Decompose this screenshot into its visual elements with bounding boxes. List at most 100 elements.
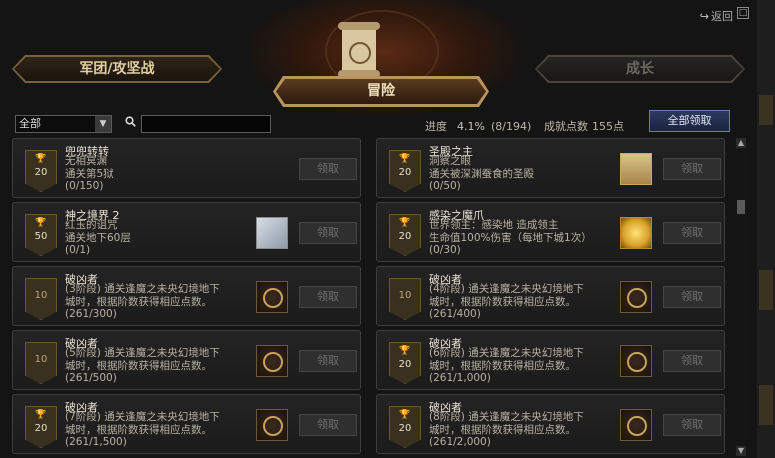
badge-points: 20 — [34, 423, 48, 434]
trophy-icon: 🏆 — [35, 218, 47, 228]
tab-growth[interactable]: 成长 — [537, 57, 743, 81]
close-icon[interactable]: □ — [737, 7, 749, 19]
scrollbar[interactable]: ▲ ▼ — [736, 136, 746, 458]
badge-points: 10 — [34, 290, 48, 301]
achievement-desc-text: (4阶段) 通关逢魔之未央幻境地下 城时，根据阶数获得相应点数。 — [429, 283, 584, 308]
claim-button[interactable]: 领取 — [299, 286, 357, 308]
reward-scroll-icon[interactable] — [256, 217, 288, 249]
back-label: 返回 — [711, 10, 733, 23]
points-badge: 10 — [25, 342, 57, 384]
trophy-icon: 🏆 — [35, 154, 47, 164]
points-badge: 🏆 20 — [25, 150, 57, 192]
achievement-desc-text: (7阶段) 通关逢魔之未央幻境地下 城时，根据阶数获得相应点数。 — [65, 411, 220, 436]
achievement-desc-text: 洞察之眼 通关被深渊蚕食的圣殿 — [429, 155, 534, 180]
achievement-progress: (0/50) — [429, 180, 461, 192]
progress-label: 进度 — [425, 120, 447, 133]
achievement-points: 成就点数 155点 — [544, 118, 624, 134]
claim-button[interactable]: 领取 — [299, 350, 357, 372]
search-icon — [125, 116, 136, 127]
points-badge: 🏆 20 — [389, 150, 421, 192]
trophy-icon: 🏆 — [399, 218, 411, 228]
achievement-card: 🏆 20 兜兜转转 无相冥渊 通关第5狱 (0/150) 领取 — [12, 138, 361, 198]
achievement-card: 10 破凶者 (4阶段) 通关逢魔之未央幻境地下 城时，根据阶数获得相应点数。 (26… — [376, 266, 725, 326]
claim-button[interactable]: 领取 — [663, 414, 721, 436]
progress-summary: 进度 4.1% (8/194) — [425, 118, 531, 134]
chevron-down-icon[interactable]: ▼ — [95, 116, 111, 132]
achievement-desc: 红玉的诅咒 通关地下60层 (0/1) — [65, 219, 265, 257]
points-badge: 🏆 20 — [389, 406, 421, 448]
claim-all-button[interactable]: 全部领取 — [649, 110, 730, 132]
achievement-list: 🏆 20 兜兜转转 无相冥渊 通关第5狱 (0/150) 领取 🏆 20 圣殿之主 洞察之眼 通关… — [12, 136, 734, 458]
points-badge: 🏆 20 — [389, 342, 421, 384]
achievement-desc: (4阶段) 通关逢魔之未央幻境地下 城时，根据阶数获得相应点数。 (261/400… — [429, 283, 629, 321]
badge-points: 50 — [34, 231, 48, 242]
claim-button[interactable]: 领取 — [663, 286, 721, 308]
achievement-desc: 无相冥渊 通关第5狱 (0/150) — [65, 155, 265, 193]
achievement-card: 10 破凶者 (3阶段) 通关逢魔之未央幻境地下 城时，根据阶数获得相应点数。 (26… — [12, 266, 361, 326]
claim-button[interactable]: 领取 — [663, 222, 721, 244]
points-badge: 10 — [389, 278, 421, 320]
reward-seal-icon[interactable] — [620, 345, 652, 377]
achievement-desc: 世界领主：感染地 造成领主 生命值100%伤害（每地下城1次） (0/30) — [429, 219, 629, 257]
claim-button[interactable]: 领取 — [663, 158, 721, 180]
achievement-card: 🏆 20 圣殿之主 洞察之眼 通关被深渊蚕食的圣殿 (0/50) 领取 — [376, 138, 725, 198]
achievement-desc-text: (6阶段) 通关逢魔之未央幻境地下 城时，根据阶数获得相应点数。 — [429, 347, 584, 372]
achievement-progress: (0/30) — [429, 244, 461, 256]
badge-points: 20 — [398, 423, 412, 434]
achievement-desc-text: (8阶段) 通关逢魔之未央幻境地下 城时，根据阶数获得相应点数。 — [429, 411, 584, 436]
back-icon: ↪ — [699, 10, 709, 23]
achievement-desc-text: 红玉的诅咒 通关地下60层 — [65, 219, 131, 244]
tab-adventure[interactable]: 冒险 — [276, 79, 486, 104]
claim-button[interactable]: 领取 — [663, 350, 721, 372]
points-badge: 🏆 20 — [389, 214, 421, 256]
reward-seal-icon[interactable] — [256, 345, 288, 377]
achievement-progress: (261/500) — [65, 372, 117, 384]
category-select-value: 全部 — [19, 117, 41, 130]
progress-count: (8/194) — [490, 120, 532, 133]
category-select[interactable]: 全部 ▼ — [15, 115, 112, 133]
achievement-window: ↪ 返回 □ 军团/攻坚战 成长 冒险 全部 ▼ 进度 4.1% (8/194) 成就… — [0, 0, 758, 458]
scroll-up-icon[interactable]: ▲ — [736, 138, 746, 148]
points-badge: 10 — [25, 278, 57, 320]
achievement-desc: 洞察之眼 通关被深渊蚕食的圣殿 (0/50) — [429, 155, 629, 193]
trophy-icon: 🏆 — [399, 154, 411, 164]
claim-button[interactable]: 领取 — [299, 222, 357, 244]
achievement-progress: (261/400) — [429, 308, 481, 320]
claim-button[interactable]: 领取 — [299, 158, 357, 180]
achievement-progress: (261/300) — [65, 308, 117, 320]
back-button[interactable]: ↪ 返回 — [700, 8, 733, 24]
scroll-down-icon[interactable]: ▼ — [736, 446, 746, 456]
points-label: 成就点数 — [544, 120, 588, 133]
reward-seal-icon[interactable] — [620, 281, 652, 313]
achievement-desc-text: 无相冥渊 通关第5狱 — [65, 155, 114, 180]
progress-percent: 4.1% — [457, 120, 485, 133]
reward-burst-icon[interactable] — [620, 217, 652, 249]
achievement-desc-text: (5阶段) 通关逢魔之未央幻境地下 城时，根据阶数获得相应点数。 — [65, 347, 220, 372]
achievement-desc: (8阶段) 通关逢魔之未央幻境地下 城时，根据阶数获得相应点数。 (261/2,0… — [429, 411, 629, 449]
reward-seal-icon[interactable] — [256, 281, 288, 313]
points-value: 155点 — [592, 120, 624, 133]
points-badge: 🏆 20 — [25, 406, 57, 448]
claim-button[interactable]: 领取 — [299, 414, 357, 436]
achievement-desc-text: 世界领主：感染地 造成领主 生命值100%伤害（每地下城1次） — [429, 219, 592, 244]
badge-points: 20 — [398, 231, 412, 242]
badge-points: 10 — [398, 290, 412, 301]
achievement-progress: (261/1,500) — [65, 436, 127, 448]
badge-points: 20 — [398, 167, 412, 178]
points-badge: 🏆 50 — [25, 214, 57, 256]
scroll-compass-icon — [336, 20, 380, 80]
reward-seal-icon[interactable] — [620, 409, 652, 441]
background-window-edge — [757, 0, 775, 458]
achievement-progress: (0/1) — [65, 244, 91, 256]
achievement-desc: (5阶段) 通关逢魔之未央幻境地下 城时，根据阶数获得相应点数。 (261/500… — [65, 347, 265, 385]
achievement-desc: (3阶段) 通关逢魔之未央幻境地下 城时，根据阶数获得相应点数。 (261/300… — [65, 283, 265, 321]
badge-points: 10 — [34, 354, 48, 365]
achievement-card: 🏆 20 感染之魔爪 世界领主：感染地 造成领主 生命值100%伤害（每地下城1次）(… — [376, 202, 725, 262]
reward-mask-icon[interactable] — [620, 153, 652, 185]
achievement-desc-text: (3阶段) 通关逢魔之未央幻境地下 城时，根据阶数获得相应点数。 — [65, 283, 220, 308]
search-input[interactable] — [141, 115, 271, 133]
scroll-thumb[interactable] — [737, 200, 745, 214]
achievement-desc: (7阶段) 通关逢魔之未央幻境地下 城时，根据阶数获得相应点数。 (261/1,5… — [65, 411, 265, 449]
tab-legion-raid[interactable]: 军团/攻坚战 — [14, 57, 220, 81]
reward-seal-icon[interactable] — [256, 409, 288, 441]
